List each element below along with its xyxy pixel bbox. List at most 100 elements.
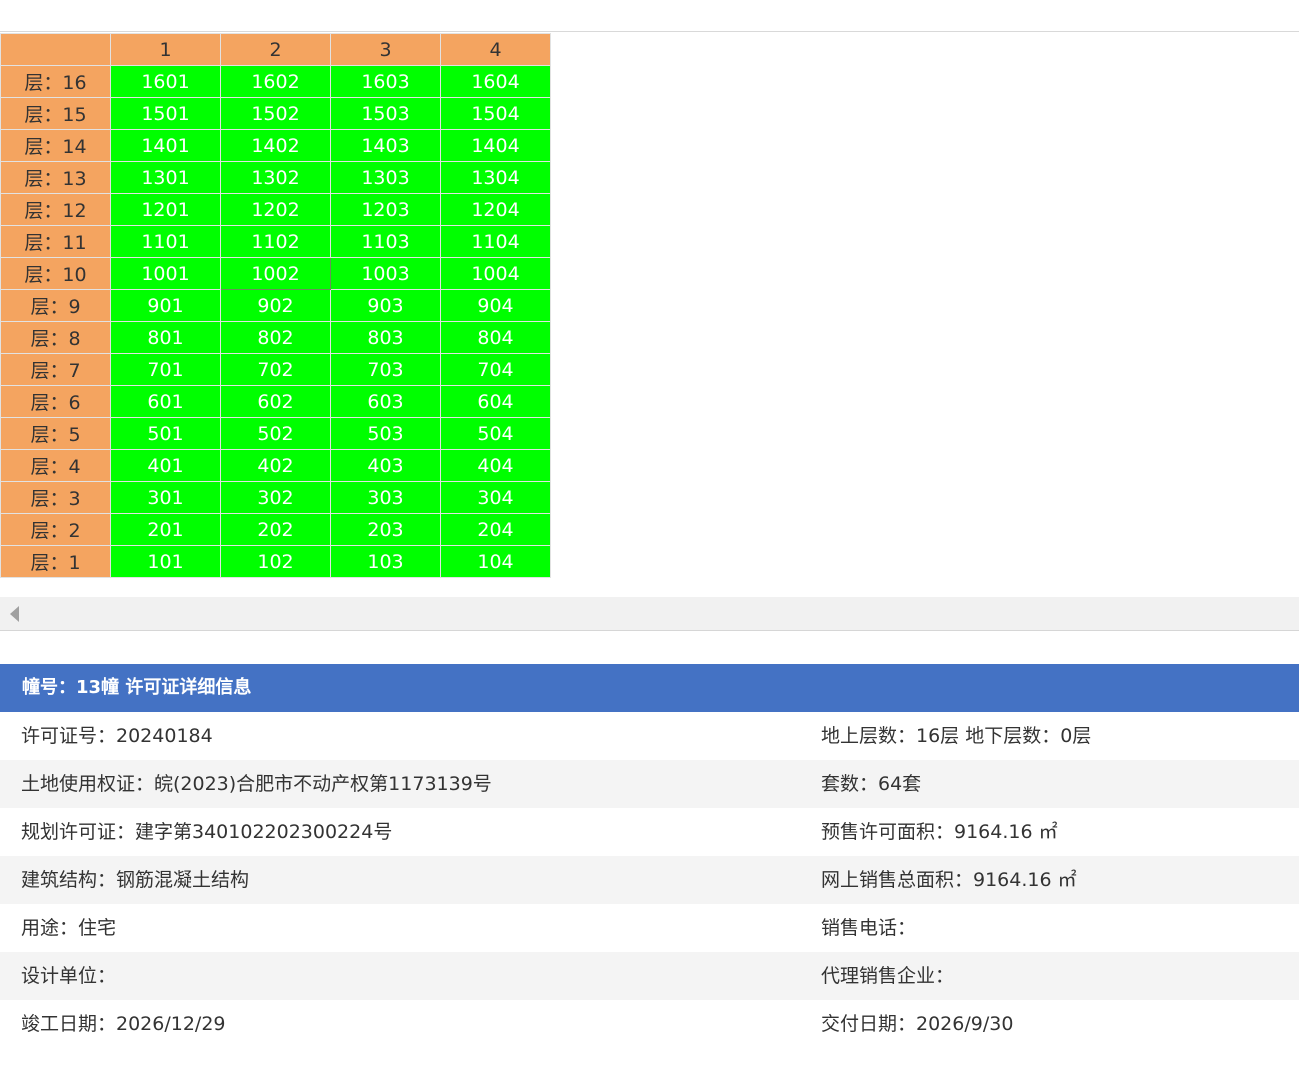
unit-cell[interactable]: 1403 [330, 129, 441, 162]
unit-cell[interactable]: 904 [440, 289, 551, 322]
unit-cell[interactable]: 1002 [220, 257, 331, 290]
unit-cell[interactable]: 702 [220, 353, 331, 386]
unit-cell[interactable]: 1502 [220, 97, 331, 130]
floor-label: 层：14 [0, 129, 111, 162]
unit-cell[interactable]: 1001 [110, 257, 221, 290]
unit-cell[interactable]: 401 [110, 449, 221, 482]
unit-cell[interactable]: 1301 [110, 161, 221, 194]
unit-cell[interactable]: 601 [110, 385, 221, 418]
unit-cell[interactable]: 202 [220, 513, 331, 546]
unit-cell[interactable]: 501 [110, 417, 221, 450]
unit-cell[interactable]: 201 [110, 513, 221, 546]
grid-corner-cell [0, 33, 111, 66]
unit-cell[interactable]: 804 [440, 321, 551, 354]
info-left-field: 规划许可证：建字第340102202300224号 [21, 821, 393, 843]
unit-cell[interactable]: 402 [220, 449, 331, 482]
info-left-field: 用途：住宅 [21, 917, 117, 939]
unit-cell[interactable]: 502 [220, 417, 331, 450]
unit-cell[interactable]: 1501 [110, 97, 221, 130]
floor-row: 层：4 401 402 403 404 [0, 449, 551, 482]
floor-label: 层：1 [0, 545, 111, 578]
unit-cell[interactable]: 604 [440, 385, 551, 418]
floor-row: 层：2 201 202 203 204 [0, 513, 551, 546]
floor-row: 层：13 1301 1302 1303 1304 [0, 161, 551, 194]
unit-cell[interactable]: 802 [220, 321, 331, 354]
unit-cell[interactable]: 404 [440, 449, 551, 482]
unit-cell[interactable]: 1101 [110, 225, 221, 258]
unit-cell[interactable]: 1304 [440, 161, 551, 194]
unit-cell[interactable]: 104 [440, 545, 551, 578]
floor-row: 层：16 1601 1602 1603 1604 [0, 65, 551, 98]
unit-cell[interactable]: 1401 [110, 129, 221, 162]
unit-cell[interactable]: 703 [330, 353, 441, 386]
floor-label: 层：12 [0, 193, 111, 226]
unit-cell[interactable]: 303 [330, 481, 441, 514]
unit-cell[interactable]: 1602 [220, 65, 331, 98]
unit-cell[interactable]: 603 [330, 385, 441, 418]
unit-cell[interactable]: 504 [440, 417, 551, 450]
info-right-field: 交付日期：2026/9/30 [821, 1013, 1014, 1035]
unit-cell[interactable]: 101 [110, 545, 221, 578]
unit-cell[interactable]: 701 [110, 353, 221, 386]
unit-cell[interactable]: 1404 [440, 129, 551, 162]
unit-cell[interactable]: 1504 [440, 97, 551, 130]
unit-cell[interactable]: 1201 [110, 193, 221, 226]
unit-cell[interactable]: 1603 [330, 65, 441, 98]
unit-cell[interactable]: 602 [220, 385, 331, 418]
unit-grid-panel: 1 2 3 4 层：16 1601 1602 1603 1604 层：15 1501 1502 1503… [0, 33, 560, 578]
floor-label: 层：3 [0, 481, 111, 514]
unit-cell[interactable]: 901 [110, 289, 221, 322]
info-right-field: 销售电话： [821, 917, 917, 939]
floor-label: 层：9 [0, 289, 111, 322]
column-header-4: 4 [440, 33, 551, 66]
unit-cell[interactable]: 1202 [220, 193, 331, 226]
column-header-1: 1 [110, 33, 221, 66]
unit-cell[interactable]: 1302 [220, 161, 331, 194]
permit-info-rows: 许可证号：20240184 地上层数：16层 地下层数：0层 土地使用权证：皖(20… [0, 712, 1299, 1048]
unit-cell[interactable]: 302 [220, 481, 331, 514]
unit-cell[interactable]: 1303 [330, 161, 441, 194]
floor-label: 层：5 [0, 417, 111, 450]
floor-label: 层：4 [0, 449, 111, 482]
unit-cell[interactable]: 902 [220, 289, 331, 322]
floor-row: 层：3 301 302 303 304 [0, 481, 551, 514]
unit-cell[interactable]: 1004 [440, 257, 551, 290]
unit-cell[interactable]: 503 [330, 417, 441, 450]
info-row: 竣工日期：2026/12/29 交付日期：2026/9/30 [0, 1000, 1299, 1048]
unit-cell[interactable]: 1003 [330, 257, 441, 290]
info-left-field: 许可证号：20240184 [21, 725, 213, 747]
unit-grid: 1 2 3 4 层：16 1601 1602 1603 1604 层：15 1501 1502 1503… [0, 33, 551, 578]
unit-cell[interactable]: 1604 [440, 65, 551, 98]
unit-cell[interactable]: 103 [330, 545, 441, 578]
info-left-field: 设计单位： [21, 965, 117, 987]
unit-cell[interactable]: 903 [330, 289, 441, 322]
floor-row: 层：15 1501 1502 1503 1504 [0, 97, 551, 130]
unit-cell[interactable]: 301 [110, 481, 221, 514]
permit-info-title: 幢号：13幢 许可证详细信息 [0, 664, 1299, 712]
unit-cell[interactable]: 1402 [220, 129, 331, 162]
unit-cell[interactable]: 1503 [330, 97, 441, 130]
unit-cell[interactable]: 1203 [330, 193, 441, 226]
permit-info-panel: 幢号：13幢 许可证详细信息 许可证号：20240184 地上层数：16层 地下层… [0, 664, 1299, 1048]
unit-cell[interactable]: 1601 [110, 65, 221, 98]
unit-cell[interactable]: 1102 [220, 225, 331, 258]
info-row: 用途：住宅 销售电话： [0, 904, 1299, 952]
floor-row: 层：8 801 802 803 804 [0, 321, 551, 354]
unit-cell[interactable]: 803 [330, 321, 441, 354]
unit-cell[interactable]: 1103 [330, 225, 441, 258]
floor-label: 层：13 [0, 161, 111, 194]
unit-cell[interactable]: 1104 [440, 225, 551, 258]
unit-cell[interactable]: 204 [440, 513, 551, 546]
unit-cell[interactable]: 102 [220, 545, 331, 578]
unit-cell[interactable]: 801 [110, 321, 221, 354]
unit-cell[interactable]: 403 [330, 449, 441, 482]
info-row: 设计单位： 代理销售企业： [0, 952, 1299, 1000]
scroll-left-arrow-icon[interactable] [10, 606, 19, 622]
unit-cell[interactable]: 704 [440, 353, 551, 386]
info-row: 规划许可证：建字第340102202300224号 预售许可面积：9164.16 … [0, 808, 1299, 856]
floor-label: 层：11 [0, 225, 111, 258]
unit-cell[interactable]: 203 [330, 513, 441, 546]
horizontal-scrollbar[interactable] [0, 597, 1299, 631]
unit-cell[interactable]: 1204 [440, 193, 551, 226]
unit-cell[interactable]: 304 [440, 481, 551, 514]
